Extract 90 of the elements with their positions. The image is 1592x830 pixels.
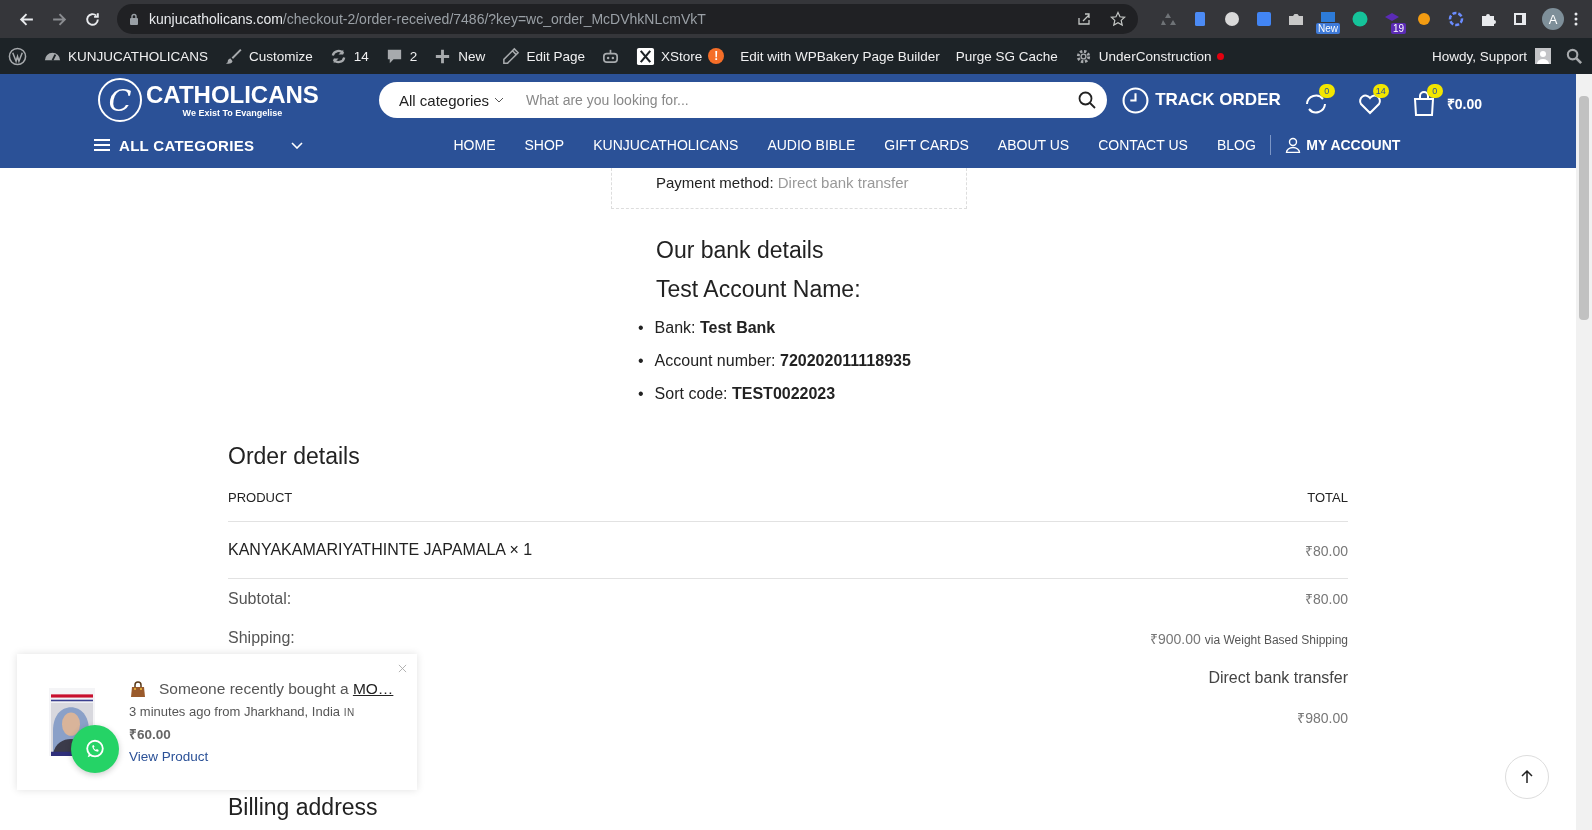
total-label: Shipping: xyxy=(228,629,295,648)
scroll-to-top-button[interactable] xyxy=(1505,755,1549,799)
nav-link[interactable]: AUDIO BIBLE xyxy=(752,137,870,153)
bank-detail-item: Account number: 720202011118935 xyxy=(654,352,911,370)
wishlist-button[interactable]: 14 xyxy=(1356,83,1389,117)
wordpress-icon xyxy=(8,46,27,66)
order-details-heading: Order details xyxy=(228,443,361,470)
extension-doc-icon[interactable] xyxy=(1192,11,1208,27)
bank-detail-item: Bank: Test Bank xyxy=(654,319,776,337)
extension-camera-icon[interactable] xyxy=(1288,11,1304,27)
total-value: ₹900.00 via Weight Based Shipping xyxy=(1149,629,1348,648)
logo-tagline: We Exist To Evangelise xyxy=(182,108,283,118)
share-icon[interactable] xyxy=(1076,11,1092,27)
pencil-icon xyxy=(501,46,521,66)
extension-badge: New xyxy=(1316,23,1340,34)
bullet: • xyxy=(638,352,644,370)
account-name-heading: Test Account Name: xyxy=(656,276,862,303)
alert-badge: ! xyxy=(708,48,725,64)
search-field[interactable]: All categories What are you looking for... xyxy=(379,82,1108,118)
billing-address-heading: Billing address xyxy=(228,795,379,819)
star-icon[interactable] xyxy=(1110,11,1126,27)
extension-puzzle-icon[interactable] xyxy=(1480,11,1496,27)
cart-button[interactable]: 0 ₹0.00 xyxy=(1410,83,1488,117)
column-header: PRODUCT xyxy=(228,490,293,505)
x-logo-icon xyxy=(635,46,655,66)
logo-mark[interactable]: C xyxy=(98,78,142,122)
clock-icon xyxy=(1122,86,1150,114)
product-name: KANYAKAMARIYATHINTE JAPAMALA × 1 xyxy=(228,541,533,559)
count-badge: 14 xyxy=(1372,83,1389,98)
account-greeting[interactable]: Howdy, Support xyxy=(1423,48,1535,64)
line-total: ₹80.00 xyxy=(1304,541,1348,560)
nav-link[interactable]: ABOUT US xyxy=(983,137,1084,153)
bank-detail-item: Sort code: TEST0022023 xyxy=(654,385,836,403)
admin-bar-item[interactable]: Purge SG Cache xyxy=(947,48,1066,64)
shopping-bag-icon xyxy=(129,680,147,698)
reload-icon[interactable] xyxy=(84,10,101,28)
lock-icon xyxy=(129,13,139,25)
track-order-link[interactable]: TRACK ORDER xyxy=(1122,86,1281,114)
bank-details-heading: Our bank details xyxy=(656,237,825,264)
notification-time: 3 minutes ago from Jharkhand, India IN xyxy=(129,704,356,719)
nav-link[interactable]: SHOP xyxy=(510,137,579,153)
category-dropdown[interactable]: All categories xyxy=(399,91,515,109)
nav-link[interactable]: KUNJUCATHOLICANS xyxy=(578,137,753,153)
column-header: TOTAL xyxy=(1307,490,1348,505)
bullet: • xyxy=(638,319,644,337)
extension-badge: 19 xyxy=(1390,23,1406,34)
menu-icon xyxy=(94,139,110,151)
admin-bar-item[interactable]: 2 xyxy=(376,46,426,66)
all-categories-menu[interactable]: ALL CATEGORIES xyxy=(94,136,439,154)
chevron-down-icon xyxy=(291,141,304,149)
brush-icon xyxy=(224,46,244,66)
admin-bar-item[interactable]: Edit with WPBakery Page Builder xyxy=(732,48,948,64)
user-icon xyxy=(1285,137,1302,153)
cart-total: ₹0.00 xyxy=(1446,95,1482,113)
total-value: ₹980.00 xyxy=(1297,708,1348,727)
total-value: Direct bank transfer xyxy=(1208,668,1348,687)
view-product-link[interactable]: View Product xyxy=(129,749,394,764)
scrollbar[interactable] xyxy=(1576,74,1592,830)
nav-link[interactable]: BLOG xyxy=(1202,137,1271,153)
bullet: • xyxy=(638,385,644,403)
admin-bar-item[interactable]: UnderConstruction xyxy=(1065,46,1233,66)
search-icon[interactable] xyxy=(1565,46,1584,66)
product-price: ₹60.00 xyxy=(129,726,172,743)
product-link[interactable]: MO… xyxy=(352,680,394,697)
chevron-down-icon xyxy=(494,97,505,103)
notification-message: Someone recently bought a MO… xyxy=(159,680,394,698)
payment-method-text: Payment method: Direct bank transfer xyxy=(656,174,909,191)
admin-bar-item[interactable]: XStore ! xyxy=(627,46,733,66)
menu-icon[interactable] xyxy=(1574,11,1578,27)
total-value: ₹80.00 xyxy=(1304,590,1348,609)
nav-link[interactable]: HOME xyxy=(439,137,510,153)
search-icon[interactable] xyxy=(1077,90,1098,110)
admin-bar-item[interactable]: Edit Page xyxy=(493,46,593,66)
count-badge: 0 xyxy=(1426,83,1443,98)
url-text: kunjucatholicans.com/checkout-2/order-received/7486/?key=wc_order_McDVhkNLcmVkT xyxy=(149,11,707,27)
admin-bar-item[interactable]: 14 xyxy=(320,46,377,66)
nav-link[interactable]: CONTACT US xyxy=(1083,137,1203,153)
count-badge: 0 xyxy=(1318,83,1335,98)
extension-panel-icon[interactable] xyxy=(1512,11,1528,27)
logo-name[interactable]: CATHOLICANS xyxy=(146,82,319,108)
admin-bar-item[interactable]: New xyxy=(425,46,494,66)
address-bar[interactable]: kunjucatholicans.com/checkout-2/order-received/7486/?key=wc_order_McDVhkNLcmVkT xyxy=(117,4,1138,34)
total-label: Subtotal: xyxy=(228,589,292,608)
my-account-link[interactable]: MY ACCOUNT xyxy=(1271,137,1415,153)
admin-bar-item[interactable]: KUNJUCATHOLICANS xyxy=(35,46,217,66)
arrow-up-icon xyxy=(1519,769,1535,785)
compare-button[interactable]: 0 xyxy=(1302,83,1335,117)
admin-bar-item[interactable]: Customize xyxy=(216,46,321,66)
whatsapp-icon xyxy=(84,738,106,760)
nav-link[interactable]: GIFT CARDS xyxy=(869,137,984,153)
